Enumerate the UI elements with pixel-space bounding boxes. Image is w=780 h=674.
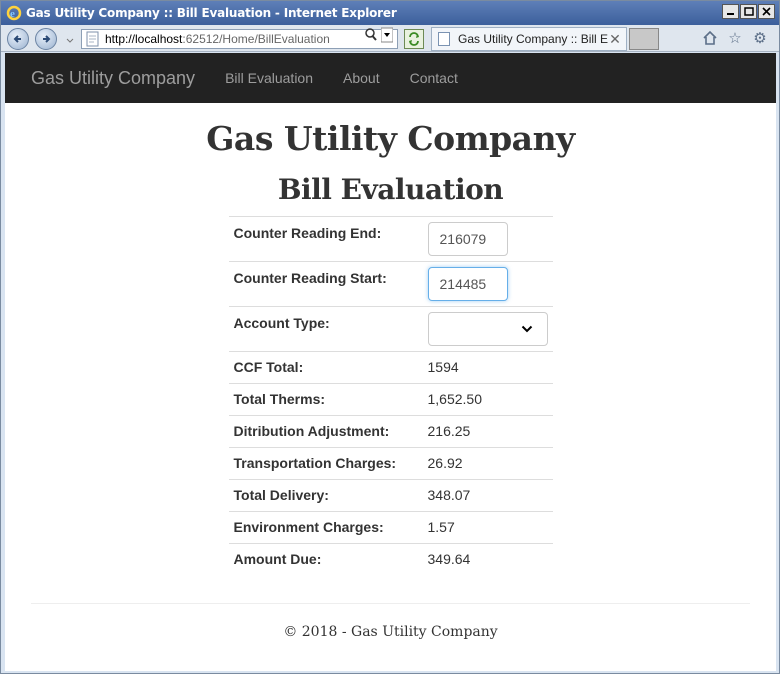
table-row: Transportation Charges: 26.92 (228, 447, 553, 480)
chevron-down-icon (521, 325, 532, 333)
nav-link-contact[interactable]: Contact (395, 70, 473, 86)
tab-page-icon (438, 32, 450, 46)
table-row: Counter Reading Start: 214485 (228, 261, 553, 307)
counter-start-input[interactable]: 214485 (427, 267, 508, 302)
amount-due-label: Amount Due: (228, 543, 424, 576)
table-row: Account Type: (228, 306, 553, 352)
browser-window: e Gas Utility Company :: Bill Evaluation… (0, 0, 780, 674)
browser-toolbar: http://localhost:62512/Home/BillEvaluati… (1, 25, 779, 52)
counter-end-input[interactable]: 216079 (427, 222, 508, 257)
result-value: 1,652.50 (423, 383, 553, 416)
account-type-label: Account Type: (228, 306, 424, 352)
result-label: Transportation Charges: (228, 447, 424, 480)
table-row: Ditribution Adjustment: 216.25 (228, 415, 553, 448)
compatibility-refresh-button[interactable] (404, 29, 424, 49)
footer-copyright: © 2018 - Gas Utility Company (283, 624, 498, 641)
favorites-star-icon[interactable]: ☆ (726, 29, 744, 47)
title-bar: e Gas Utility Company :: Bill Evaluation… (1, 1, 779, 25)
amount-due-value: 349.64 (423, 543, 553, 576)
home-icon[interactable] (701, 29, 719, 47)
close-window-button[interactable] (758, 4, 775, 19)
table-row: Amount Due: 349.64 (228, 543, 553, 576)
footer-divider (31, 603, 750, 605)
counter-start-label: Counter Reading Start: (228, 261, 424, 307)
minimize-button[interactable] (722, 4, 739, 19)
settings-gear-icon[interactable]: ⚙ (751, 29, 769, 47)
result-value: 1.57 (423, 511, 553, 544)
table-row: Environment Charges: 1.57 (228, 511, 553, 544)
table-row: Total Therms: 1,652.50 (228, 383, 553, 416)
table-row: Counter Reading End: 216079 (228, 216, 553, 262)
page-heading: Gas Utility Company (206, 119, 575, 158)
result-label: Total Delivery: (228, 479, 424, 512)
site-brand-link[interactable]: Gas Utility Company (31, 68, 195, 89)
site-navbar: Gas Utility Company Bill Evaluation Abou… (5, 53, 776, 103)
result-label: Ditribution Adjustment: (228, 415, 424, 448)
address-dropdown-icon[interactable] (380, 27, 394, 48)
nav-link-about[interactable]: About (328, 70, 395, 86)
history-dropdown-icon[interactable] (65, 33, 75, 43)
result-value: 26.92 (423, 447, 553, 480)
table-row: Total Delivery: 348.07 (228, 479, 553, 512)
maximize-button[interactable] (740, 4, 757, 19)
page-viewport: Gas Utility Company Bill Evaluation Abou… (5, 53, 776, 671)
tab-close-icon[interactable]: ✕ (608, 31, 622, 48)
svg-text:e: e (10, 8, 15, 20)
result-value: 1594 (423, 351, 553, 384)
forward-button[interactable] (35, 28, 57, 50)
page-icon (86, 31, 100, 47)
result-value: 216.25 (423, 415, 553, 448)
url-path: :62512/Home/BillEvaluation (182, 32, 330, 46)
account-type-select[interactable] (427, 312, 548, 347)
back-button[interactable] (7, 28, 29, 50)
new-tab-button[interactable] (629, 28, 659, 50)
result-value: 348.07 (423, 479, 553, 512)
result-label: CCF Total: (228, 351, 424, 384)
tab-label: Gas Utility Company :: Bill Ev... (458, 32, 608, 46)
internet-explorer-icon: e (6, 5, 22, 21)
browser-tab[interactable]: Gas Utility Company :: Bill Ev... ✕ (431, 27, 627, 51)
window-title: Gas Utility Company :: Bill Evaluation -… (26, 6, 397, 20)
bill-evaluation-table: Counter Reading End: 216079 Counter Read… (228, 216, 553, 576)
search-icon[interactable] (363, 27, 379, 48)
result-label: Environment Charges: (228, 511, 424, 544)
url-host: http://localhost (105, 32, 183, 46)
nav-link-bill-evaluation[interactable]: Bill Evaluation (210, 70, 328, 86)
counter-end-label: Counter Reading End: (228, 216, 424, 262)
table-row: CCF Total: 1594 (228, 351, 553, 384)
address-bar[interactable]: http://localhost:62512/Home/BillEvaluati… (81, 29, 398, 49)
result-label: Total Therms: (228, 383, 424, 416)
page-subheading: Bill Evaluation (277, 173, 504, 207)
